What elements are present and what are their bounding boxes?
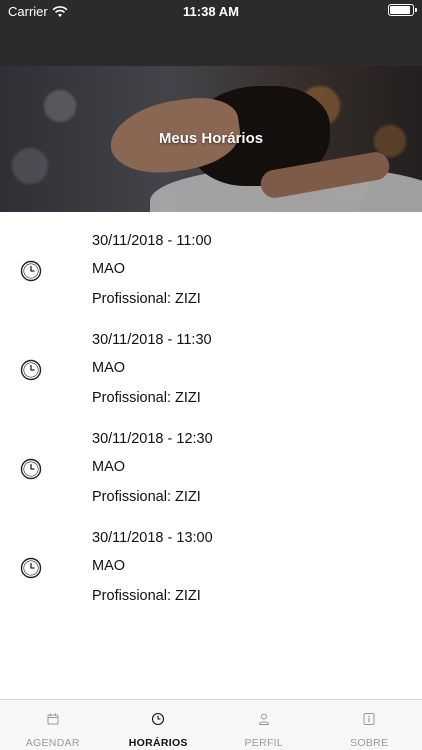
tab-perfil[interactable]: PERFIL: [211, 700, 317, 750]
battery-icon: [388, 4, 417, 16]
status-bar: Carrier 11:38 AM: [0, 0, 422, 22]
appointment-datetime: 30/11/2018 - 12:30: [92, 431, 213, 447]
hero-banner: Meus Horários: [0, 66, 422, 212]
appointment-professional: Profissional: ZIZI: [92, 489, 201, 505]
user-icon: [258, 713, 269, 725]
clock-icon: [20, 458, 42, 480]
tab-agendar[interactable]: AGENDAR: [0, 700, 106, 750]
status-time: 11:38 AM: [183, 4, 239, 19]
tab-sobre[interactable]: SOBRE: [317, 700, 422, 750]
tab-label: HORÁRIOS: [128, 737, 188, 749]
appointment-service: MAO: [92, 360, 126, 376]
tab-horarios[interactable]: HORÁRIOS: [106, 700, 212, 750]
appointment-datetime: 30/11/2018 - 11:00: [92, 233, 212, 249]
appointment-service: MAO: [92, 558, 126, 574]
appointment-service: MAO: [92, 261, 126, 277]
info-icon: [363, 713, 375, 725]
tab-label: SOBRE: [350, 737, 389, 749]
appointment-professional: Profissional: ZIZI: [92, 588, 201, 604]
appointment-item[interactable]: 30/11/2018 - 12:30 MAO Profissional: ZIZ…: [0, 410, 422, 509]
clock-icon: [20, 359, 42, 381]
appointment-item[interactable]: 30/11/2018 - 13:00 MAO Profissional: ZIZ…: [0, 509, 422, 608]
appointment-service: MAO: [92, 459, 126, 475]
tab-bar: AGENDAR HORÁRIOS PERFIL SOBRE: [0, 699, 422, 750]
tab-label: PERFIL: [244, 737, 284, 749]
appointment-professional: Profissional: ZIZI: [92, 291, 201, 307]
appointment-professional: Profissional: ZIZI: [92, 390, 201, 406]
appointment-datetime: 30/11/2018 - 11:30: [92, 332, 212, 348]
appointment-item[interactable]: 30/11/2018 - 11:00 MAO Profissional: ZIZ…: [0, 212, 422, 311]
calendar-icon: [47, 713, 59, 725]
tab-label: AGENDAR: [25, 737, 80, 749]
clock-icon: [20, 557, 42, 579]
appointment-list: 30/11/2018 - 11:00 MAO Profissional: ZIZ…: [0, 212, 422, 608]
clock-icon: [152, 712, 165, 726]
page-title: Meus Horários: [158, 130, 264, 147]
appointment-item[interactable]: 30/11/2018 - 11:30 MAO Profissional: ZIZ…: [0, 311, 422, 410]
navigation-bar: Carrier 11:38 AM: [0, 0, 422, 66]
appointment-datetime: 30/11/2018 - 13:00: [92, 530, 213, 546]
clock-icon: [20, 260, 42, 282]
